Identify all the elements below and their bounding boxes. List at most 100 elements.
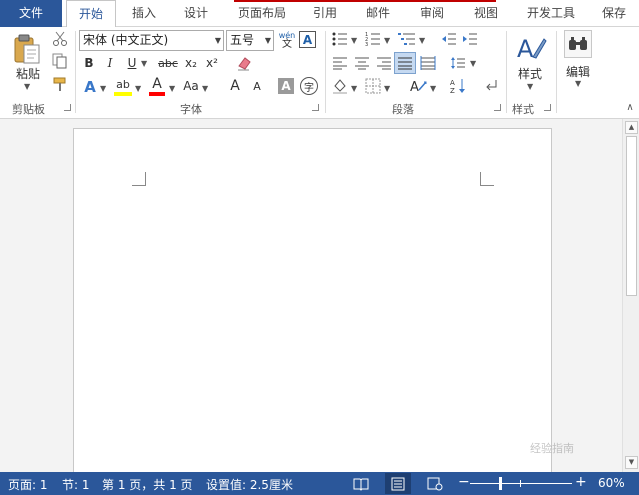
font-color-button[interactable]: A — [148, 75, 166, 93]
font-name-combo[interactable]: 宋体 (中文正文) ▼ — [79, 30, 224, 51]
enclosed-character-button[interactable]: 字 — [300, 77, 318, 95]
text-effects-dropdown-icon[interactable]: ▼ — [100, 84, 106, 93]
paste-icon[interactable] — [10, 31, 44, 67]
borders-icon[interactable] — [364, 77, 382, 95]
group-divider — [506, 31, 507, 113]
tab-references[interactable]: 引用 — [305, 0, 345, 27]
align-right-icon[interactable] — [375, 54, 393, 72]
font-size-dropdown-icon[interactable]: ▼ — [265, 31, 271, 50]
superscript-button[interactable]: x² — [204, 54, 220, 72]
text-effects-button[interactable]: A — [82, 77, 98, 97]
tab-developer[interactable]: 开发工具 — [520, 0, 582, 27]
tab-view[interactable]: 视图 — [466, 0, 506, 27]
underline-button[interactable]: U — [125, 54, 139, 72]
status-page[interactable]: 页面: 1 — [8, 476, 48, 493]
shrink-font-button[interactable]: A — [249, 78, 265, 95]
tab-page-layout[interactable]: 页面布局 — [232, 0, 292, 27]
paste-label[interactable]: 粘贴 — [12, 65, 44, 82]
vertical-scrollbar[interactable]: ▲ ▼ — [622, 119, 639, 472]
scroll-up-icon[interactable]: ▲ — [625, 121, 638, 134]
multilevel-list-dropdown-icon[interactable]: ▼ — [419, 36, 425, 45]
underline-dropdown-icon[interactable]: ▼ — [141, 59, 147, 68]
read-mode-icon[interactable] — [352, 475, 370, 492]
numbering-icon[interactable]: 123 — [364, 31, 382, 47]
sort-icon[interactable]: AZ — [449, 77, 467, 95]
group-divider — [325, 31, 326, 113]
styles-icon[interactable]: A — [514, 30, 548, 64]
tab-mailings[interactable]: 邮件 — [358, 0, 398, 27]
justify-icon[interactable] — [394, 52, 416, 74]
zoom-slider-track[interactable] — [470, 483, 572, 484]
change-case-button[interactable]: Aa — [181, 77, 201, 95]
align-center-icon[interactable] — [353, 54, 371, 72]
shading-icon[interactable] — [331, 77, 349, 95]
tab-file[interactable]: 文件 — [0, 0, 62, 27]
scroll-down-icon[interactable]: ▼ — [625, 456, 638, 469]
watermark-text: 经验指南 — [530, 442, 574, 455]
editing-dropdown-icon[interactable]: ▼ — [575, 79, 581, 88]
scroll-thumb[interactable] — [626, 136, 637, 296]
bullets-icon[interactable] — [331, 31, 349, 47]
highlight-button[interactable]: ab — [113, 75, 133, 93]
font-size-combo[interactable]: 五号 ▼ — [226, 30, 274, 51]
numbering-dropdown-icon[interactable]: ▼ — [384, 36, 390, 45]
increase-indent-icon[interactable] — [461, 31, 479, 47]
zoom-level[interactable]: 60% — [598, 476, 625, 490]
tab-save[interactable]: 保存 — [596, 0, 639, 27]
align-left-icon[interactable] — [331, 54, 349, 72]
editing-button-label[interactable]: 编辑 — [562, 63, 594, 80]
status-section[interactable]: 节: 1 — [62, 476, 90, 493]
styles-button-label[interactable]: 样式 — [514, 65, 546, 82]
character-shading-button[interactable]: A — [278, 78, 294, 94]
tab-home[interactable]: 开始 — [66, 0, 116, 28]
font-name-value: 宋体 (中文正文) — [83, 33, 169, 47]
font-name-dropdown-icon[interactable]: ▼ — [215, 31, 221, 50]
styles-dropdown-icon[interactable]: ▼ — [527, 82, 533, 91]
strikethrough-button[interactable]: abc — [157, 54, 179, 72]
character-border-button[interactable]: A — [299, 31, 316, 48]
font-color-dropdown-icon[interactable]: ▼ — [169, 84, 175, 93]
status-setting[interactable]: 设置值: 2.5厘米 — [206, 476, 293, 493]
chinese-layout-dropdown-icon[interactable]: ▼ — [430, 84, 436, 93]
zoom-in-button[interactable]: + — [575, 474, 587, 490]
binoculars-icon[interactable] — [564, 30, 592, 58]
tab-design[interactable]: 设计 — [176, 0, 216, 27]
zoom-out-button[interactable]: − — [458, 474, 470, 490]
subscript-button[interactable]: x₂ — [183, 54, 199, 72]
print-layout-icon[interactable] — [385, 473, 411, 494]
paragraph-launcher-icon[interactable] — [494, 104, 501, 111]
paste-dropdown-icon[interactable]: ▼ — [24, 82, 30, 91]
phonetic-guide-button[interactable]: wén 文 — [277, 29, 297, 51]
document-page[interactable] — [73, 128, 552, 478]
italic-button[interactable]: I — [103, 54, 117, 72]
highlight-dropdown-icon[interactable]: ▼ — [135, 84, 141, 93]
copy-icon[interactable] — [51, 52, 69, 70]
styles-group-label: 样式 — [512, 103, 534, 116]
clear-formatting-icon[interactable] — [235, 54, 253, 72]
line-spacing-icon[interactable] — [449, 54, 467, 72]
bold-button[interactable]: B — [82, 54, 96, 72]
cut-icon[interactable] — [51, 30, 69, 48]
tab-insert[interactable]: 插入 — [124, 0, 164, 27]
status-page-count[interactable]: 第 1 页，共 1 页 — [102, 476, 193, 493]
change-case-dropdown-icon[interactable]: ▼ — [202, 84, 208, 93]
line-spacing-dropdown-icon[interactable]: ▼ — [470, 59, 476, 68]
collapse-ribbon-icon[interactable]: ∧ — [624, 101, 636, 113]
show-marks-icon[interactable] — [482, 77, 500, 95]
grow-font-button[interactable]: A — [226, 77, 244, 95]
zoom-slider-thumb[interactable] — [499, 477, 502, 490]
font-launcher-icon[interactable] — [312, 104, 319, 111]
group-divider — [556, 31, 557, 113]
styles-launcher-icon[interactable] — [544, 104, 551, 111]
tab-review[interactable]: 审阅 — [412, 0, 452, 27]
format-painter-icon[interactable] — [51, 75, 69, 93]
shading-dropdown-icon[interactable]: ▼ — [351, 84, 357, 93]
borders-dropdown-icon[interactable]: ▼ — [384, 84, 390, 93]
clipboard-launcher-icon[interactable] — [64, 104, 71, 111]
decrease-indent-icon[interactable] — [440, 31, 458, 47]
web-layout-icon[interactable] — [426, 475, 444, 492]
bullets-dropdown-icon[interactable]: ▼ — [351, 36, 357, 45]
multilevel-list-icon[interactable] — [397, 31, 417, 47]
chinese-layout-icon[interactable]: A — [408, 77, 430, 95]
distributed-icon[interactable] — [419, 54, 437, 72]
